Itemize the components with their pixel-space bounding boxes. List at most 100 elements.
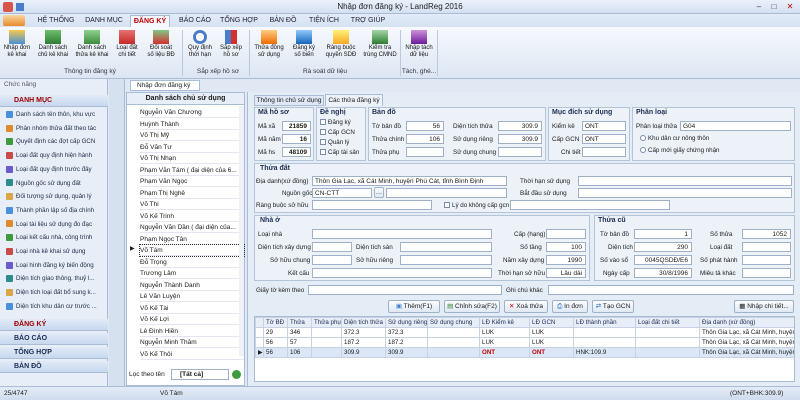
owner-list-item[interactable]: Lê Đình Hiền	[140, 326, 244, 337]
nav-item[interactable]: Quyết định các đợt cấp GCN	[6, 137, 106, 148]
xoa-thua-button[interactable]: ✕ Xoá thửa	[504, 300, 548, 313]
office-menu-icon[interactable]	[3, 15, 25, 26]
them-button[interactable]: ▣ Thêm(F1)	[388, 300, 440, 313]
nav-section-bao-cao[interactable]: BÁO CÁO	[0, 333, 108, 345]
dang-ky-so-button[interactable]: Đăng ký số biến	[288, 30, 320, 59]
owner-list-item[interactable]: Nguyễn Minh Thâm	[140, 337, 244, 348]
grid-header[interactable]: Thửa	[287, 317, 312, 328]
nav-item[interactable]: Loại nhà kê khai sử dụng	[6, 247, 106, 258]
splitter[interactable]	[109, 79, 125, 386]
grid-header[interactable]: Diện tích thửa	[341, 317, 386, 328]
grid-header[interactable]: Địa danh (xứ đồng)	[699, 317, 794, 328]
nav-item[interactable]: Phân nhóm thửa đất theo tác	[6, 124, 106, 135]
su-dung-chung-field[interactable]	[498, 147, 542, 157]
nav-item[interactable]: Diện tích loại đất bổ sung k...	[6, 288, 106, 299]
chi-tiet-field[interactable]	[582, 147, 626, 157]
cu-ngay-cap-field[interactable]: 30/8/1996	[634, 268, 692, 278]
su-dung-rieng-field[interactable]: 309.9	[498, 134, 542, 144]
close-icon[interactable]: ✕	[783, 1, 797, 12]
ma-xa-field[interactable]: 21859	[282, 121, 311, 131]
grid-header[interactable]: Tờ BĐ	[263, 317, 288, 328]
phan-loai-thua-select[interactable]: G04	[680, 121, 791, 131]
owners-scrollbar[interactable]	[239, 106, 244, 356]
cap-moi-radio[interactable]: Cấp mới giấy chứng nhận	[640, 147, 720, 154]
cu-so-thua-field[interactable]: 1052	[742, 229, 791, 239]
owner-list-item[interactable]: Nguyễn Văn Dần ( đại diện của...	[140, 222, 244, 233]
tab-he-thong[interactable]: HỆ THỐNG	[34, 15, 78, 27]
nav-item[interactable]: Diện tích khu dân cư trước ...	[6, 302, 106, 313]
ds-thua-button[interactable]: Danh sách thửa kê khai	[74, 30, 110, 59]
tab-tien-ich[interactable]: TIỆN ÍCH	[306, 15, 342, 27]
nav-item[interactable]: Danh sách tên thôn, khu vực	[6, 110, 106, 121]
giay-to-field[interactable]	[308, 285, 502, 295]
ly-do-checkbox[interactable]: Lý do không cấp gcn	[444, 202, 509, 209]
tao-gcn-button[interactable]: ⇄ Tạo GCN	[592, 300, 634, 313]
grid-header[interactable]: Sử dụng riêng	[385, 317, 428, 328]
quan-ly-checkbox[interactable]: Quản lý	[320, 139, 349, 146]
nav-item[interactable]: Loại đất quy định hiện hành	[6, 151, 106, 162]
dien-tich-thua-field[interactable]: 309.9	[498, 121, 542, 131]
nav-section-tong-hop[interactable]: TỔNG HỢP	[0, 347, 108, 359]
so-huu-chung-field[interactable]	[312, 255, 352, 265]
maximize-icon[interactable]: □	[767, 1, 781, 12]
nhap-tach-button[interactable]: Nhập tách dữ liệu	[404, 30, 434, 59]
cu-so-vao-so-field[interactable]: 0045QSDĐ/E6	[634, 255, 692, 265]
table-row[interactable]: 29 346 372.3 372.3 LUK LUK Thôn Gia Lạc, xã Cá…	[255, 327, 794, 338]
grid-header[interactable]: Sử dụng chung	[427, 317, 480, 328]
so-tang-field[interactable]: 100	[546, 242, 586, 252]
tab-ban-do[interactable]: BẢN ĐỒ	[266, 15, 300, 27]
cu-to-ban-do-field[interactable]: 1	[634, 229, 692, 239]
nhap-chi-tiet-button[interactable]: ▦ Nhập chi tiết...	[734, 300, 794, 313]
owner-list-item[interactable]: Phạm Văn Ngọc	[140, 176, 244, 187]
grid-header[interactable]: Loại đất chi tiết	[635, 317, 700, 328]
nav-item[interactable]: Diện tích giao thông, thuỷ l...	[6, 274, 106, 285]
nav-item[interactable]: Nguồn gốc sử dụng đất	[6, 179, 106, 190]
owner-list-item[interactable]: Phạm Văn Tám ( đại diện của 6...	[140, 165, 244, 176]
refresh-icon[interactable]	[232, 370, 241, 379]
cu-so-phat-hanh-field[interactable]	[742, 255, 791, 265]
grid-header[interactable]: LĐ GCN	[529, 317, 574, 328]
dia-danh-field[interactable]: Thôn Gia Lạc, xã Cát Minh, huyện Phù Cát…	[312, 176, 507, 186]
nav-item[interactable]: Đối tượng sử dụng, quản lý	[6, 192, 106, 203]
grid-header[interactable]: Thửa phụ	[311, 317, 342, 328]
to-ban-do-field[interactable]: 56	[406, 121, 444, 131]
ds-chu-button[interactable]: Danh sách chủ kê khai	[36, 30, 70, 59]
doi-soat-button[interactable]: Đối soát số liệu BĐ	[144, 30, 178, 59]
thua-dong-button[interactable]: Thửa đồng sử dụng	[253, 30, 285, 59]
rang-buoc-field[interactable]	[312, 200, 432, 210]
owner-list-item[interactable]: Võ Kế Thôi	[140, 349, 244, 360]
tab-bao-cao[interactable]: BÁO CÁO	[176, 15, 214, 27]
table-row[interactable]: 56 57 187.2 187.2 LUK LUK Thôn Gia Lạc, xã Cát…	[255, 337, 794, 348]
owner-list-item[interactable]: Võ Thi	[140, 199, 244, 210]
owner-list-item[interactable]: Võ Kế Lợi	[140, 314, 244, 325]
loai-nha-field[interactable]	[312, 229, 492, 239]
nav-section-ban-do[interactable]: BẢN ĐỒ	[0, 361, 108, 373]
sap-xep-button[interactable]: Sắp xếp hồ sơ	[217, 30, 245, 59]
quy-dinh-button[interactable]: Quy định thời hạn	[186, 30, 214, 59]
cu-loai-dat-field[interactable]	[742, 242, 791, 252]
owner-list-item[interactable]: Võ Kế Trinh	[140, 211, 244, 222]
tab-dang-ky[interactable]: ĐĂNG KÝ	[130, 15, 170, 27]
ma-nam-field[interactable]: 16	[282, 134, 311, 144]
owner-list-item[interactable]: Trương Lâm	[140, 268, 244, 279]
dt-san-field[interactable]	[400, 242, 492, 252]
khu-dan-cu-radio[interactable]: Khu dân cư nông thôn	[640, 135, 709, 142]
chinh-sua-button[interactable]: ▤ Chỉnh sửa(F2)	[444, 300, 500, 313]
owner-list-item[interactable]: Phạm Ngọc Tân	[140, 234, 244, 245]
owner-list-item[interactable]: Huỳnh Thành	[140, 119, 244, 130]
cap-tai-san-checkbox[interactable]: Cấp tài sản	[320, 149, 359, 156]
cu-mieu-ta-khac-field[interactable]	[742, 268, 791, 278]
tab-tro-giup[interactable]: TRỢ GIÚP	[348, 15, 388, 27]
tab-chu-su-dung[interactable]: Thông tin chủ sử dụng	[254, 95, 324, 106]
so-huu-rieng-field[interactable]	[400, 255, 492, 265]
dang-ky-checkbox[interactable]: Đăng ký	[320, 119, 351, 126]
tab-danh-muc[interactable]: DANH MỤC	[82, 15, 126, 27]
thoi-han-field[interactable]	[578, 176, 792, 186]
nguon-goc-desc-field[interactable]	[386, 188, 507, 198]
nguon-goc-browse-button[interactable]: …	[374, 187, 384, 198]
loai-dat-button[interactable]: Loại đất chi tiết	[113, 30, 141, 59]
nav-section-danh-muc[interactable]: DANH MỤC	[0, 95, 108, 107]
owner-list-item[interactable]: Võ Thị Mỹ	[140, 130, 244, 141]
cap-hang-field[interactable]	[546, 229, 586, 239]
ket-cau-field[interactable]	[312, 268, 492, 278]
